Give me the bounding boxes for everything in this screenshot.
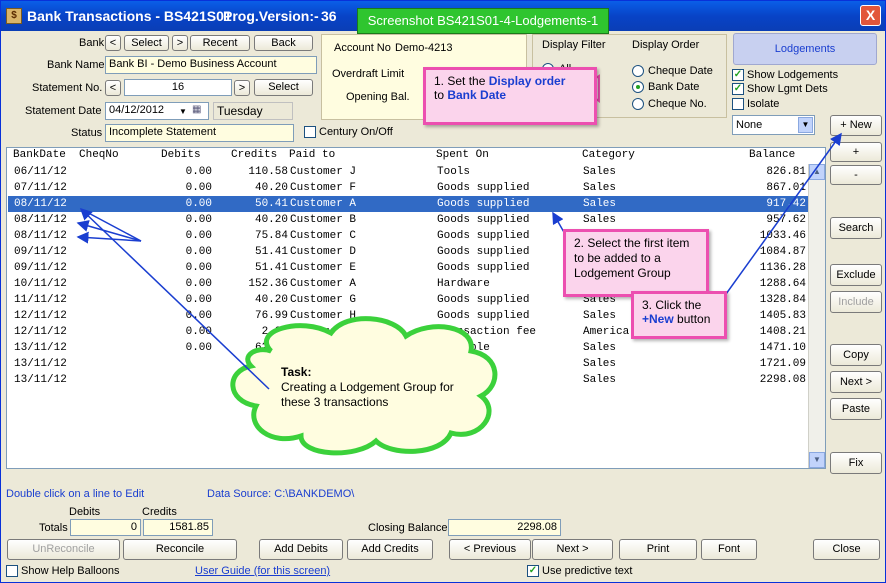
callout3-line1: 3. Click the xyxy=(642,298,702,312)
task-text: Creating a Lodgement Group for these 3 t… xyxy=(281,380,454,409)
callout1-bold-a: Display order xyxy=(488,74,566,88)
callout1-text-a: 1. Set the xyxy=(434,74,489,88)
callout3-bold: +New xyxy=(642,312,674,326)
callout1-text-b: to xyxy=(434,88,448,102)
callout3-after: button xyxy=(673,312,711,326)
task-cloud-text: Task: Creating a Lodgement Group for the… xyxy=(281,365,457,410)
callout-click-new: 3. Click the +New button xyxy=(631,291,727,339)
callout-display-order: 1. Set the Display order to Bank Date xyxy=(423,67,597,125)
arrow-task-row3 xyxy=(80,208,142,242)
bank-transactions-window: $ Bank Transactions - BS421S01 Prog.Vers… xyxy=(0,0,886,583)
task-title: Task: xyxy=(281,365,312,379)
arrow-task-row1 xyxy=(79,207,270,390)
callout-select-first: 2. Select the first item to be added to … xyxy=(563,229,709,297)
callout1-bold-b: Bank Date xyxy=(447,88,507,102)
arrow-new-button xyxy=(720,132,842,302)
